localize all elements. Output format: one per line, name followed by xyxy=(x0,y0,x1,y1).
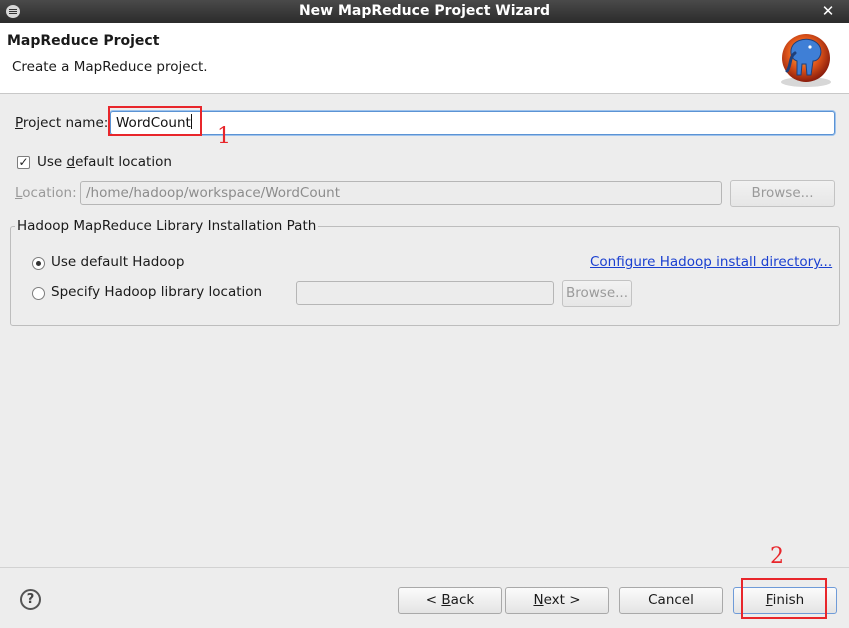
help-icon[interactable]: ? xyxy=(20,589,41,610)
location-input: /home/hadoop/workspace/WordCount xyxy=(80,181,722,205)
window-title: New MapReduce Project Wizard xyxy=(298,3,551,19)
page-title: MapReduce Project xyxy=(7,33,160,49)
window-titlebar: New MapReduce Project Wizard ✕ xyxy=(0,0,849,23)
use-default-hadoop-label[interactable]: Use default Hadoop xyxy=(51,254,184,270)
annotation-box-1 xyxy=(108,106,202,136)
specify-hadoop-location-radio[interactable] xyxy=(32,287,45,300)
wizard-header: MapReduce Project Create a MapReduce pro… xyxy=(0,23,849,94)
location-browse-button: Browse... xyxy=(730,180,835,207)
use-default-location-checkbox[interactable]: ✓ xyxy=(17,156,30,169)
project-name-label: Project name: xyxy=(15,115,109,131)
use-default-hadoop-radio[interactable] xyxy=(32,257,45,270)
annotation-box-2 xyxy=(741,578,827,619)
back-button[interactable]: < Back xyxy=(398,587,502,614)
hadoop-group-title: Hadoop MapReduce Library Installation Pa… xyxy=(15,218,319,234)
location-label: Location: xyxy=(15,185,77,201)
cancel-button[interactable]: Cancel xyxy=(619,587,723,614)
annotation-marker-2: 2 xyxy=(770,544,784,569)
annotation-marker-1: 1 xyxy=(217,124,231,149)
next-button[interactable]: Next > xyxy=(505,587,609,614)
hadoop-library-browse-button: Browse... xyxy=(562,280,632,307)
close-icon[interactable]: ✕ xyxy=(819,0,837,23)
hadoop-library-group xyxy=(10,226,840,326)
use-default-location-label[interactable]: Use default location xyxy=(37,154,172,170)
page-description: Create a MapReduce project. xyxy=(12,59,208,75)
window-menu-icon[interactable] xyxy=(6,5,20,18)
hadoop-elephant-logo-icon xyxy=(781,34,831,87)
footer-separator xyxy=(0,567,849,568)
specify-hadoop-location-label[interactable]: Specify Hadoop library location xyxy=(51,284,262,300)
hadoop-library-path-input xyxy=(296,281,554,305)
configure-hadoop-link[interactable]: Configure Hadoop install directory... xyxy=(590,254,832,270)
